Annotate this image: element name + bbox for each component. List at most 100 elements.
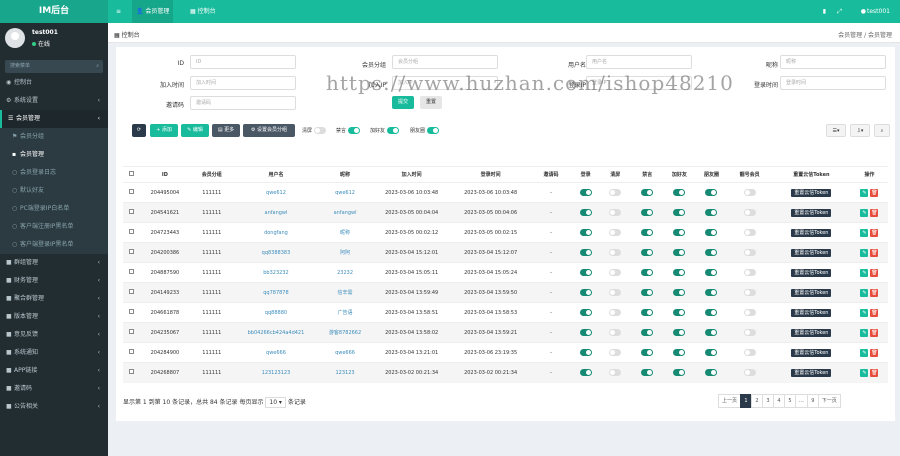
column-header[interactable]: 朋友圈 (695, 166, 728, 183)
column-header[interactable]: 用户名 (234, 166, 318, 183)
status-toggle[interactable] (579, 189, 592, 196)
status-toggle[interactable] (609, 269, 622, 276)
reset-token-button[interactable]: 重置云信Token (791, 288, 832, 297)
filter-input[interactable]: 登录时间 (780, 76, 886, 90)
reset-token-button[interactable]: 重置云信Token (791, 228, 832, 237)
menu-toggle-icon[interactable]: ≡ (112, 0, 125, 23)
filter-input[interactable]: ID (190, 55, 296, 69)
page-button[interactable]: 下一页 (817, 394, 841, 408)
set-group-button[interactable]: ⚙ 设置会员分组 (243, 124, 295, 137)
status-toggle[interactable] (705, 209, 718, 216)
sidebar-item-8[interactable]: ○ 客户端注册IP黑名单 (0, 218, 108, 236)
sidebar-item-16[interactable]: ■ APP链接 ‹ (0, 362, 108, 380)
column-header[interactable]: ID (140, 166, 190, 183)
column-header[interactable]: 邀请码 (530, 166, 573, 183)
cell-user[interactable]: 123123123 (234, 362, 318, 383)
status-toggle[interactable] (743, 189, 756, 196)
cell-nick[interactable]: qwe666 (317, 342, 373, 363)
column-header[interactable]: 登录 (572, 166, 600, 183)
status-toggle[interactable] (673, 269, 686, 276)
status-toggle[interactable] (705, 329, 718, 336)
status-toggle[interactable] (673, 309, 686, 316)
column-header[interactable]: 登录时间 (451, 166, 531, 183)
status-toggle[interactable] (673, 289, 686, 296)
status-toggle[interactable] (609, 369, 622, 377)
delete-icon[interactable]: 🗑 (870, 228, 879, 237)
cell-nick[interactable]: 信辛需 (317, 282, 373, 303)
status-toggle[interactable] (705, 289, 718, 296)
reset-token-button[interactable]: 重置云信Token (791, 308, 832, 317)
cell-nick[interactable]: qwe612 (317, 182, 373, 203)
column-header[interactable]: 清屏 (599, 166, 632, 183)
column-header[interactable]: 加好友 (663, 166, 696, 183)
cell-nick[interactable]: 广告语 (317, 302, 373, 323)
sidebar-item-12[interactable]: ■ 聚合群管理 ‹ (0, 290, 108, 308)
status-toggle[interactable] (641, 329, 654, 336)
fullscreen-icon[interactable]: ⤢ (833, 0, 846, 23)
delete-icon[interactable]: 🗑 (870, 348, 879, 357)
edit-icon[interactable]: ✎ (860, 288, 869, 297)
delete-icon[interactable]: 🗑 (870, 248, 879, 257)
status-toggle[interactable] (743, 229, 756, 236)
cell-user[interactable]: bb323232 (234, 262, 318, 283)
sidebar-item-18[interactable]: ■ 公告相关 ‹ (0, 398, 108, 416)
edit-icon[interactable]: ✎ (860, 348, 869, 357)
status-toggle[interactable] (579, 209, 592, 216)
status-toggle[interactable] (579, 249, 592, 256)
cell-user[interactable]: anfangwl (234, 202, 318, 223)
status-toggle[interactable] (705, 349, 718, 356)
edit-icon[interactable]: ✎ (860, 368, 869, 377)
clear-cache-icon[interactable]: ▮ (819, 0, 830, 23)
addfriend-filter-toggle[interactable] (386, 127, 399, 134)
status-toggle[interactable] (673, 209, 686, 216)
column-header[interactable]: 靓号会员 (727, 166, 772, 183)
column-header[interactable]: 加入时间 (372, 166, 452, 183)
cell-user[interactable]: dongfang (234, 222, 318, 243)
status-toggle[interactable] (705, 369, 718, 377)
status-toggle[interactable] (609, 209, 622, 216)
table-row[interactable]: 204661878 111111 qq88880 广告语 2023-03-04 13:5… (123, 302, 888, 323)
status-toggle[interactable] (641, 189, 654, 196)
reset-token-button[interactable]: 重置云信Token (791, 208, 832, 217)
delete-icon[interactable]: 🗑 (870, 368, 879, 377)
status-toggle[interactable] (609, 329, 622, 336)
cell-nick[interactable]: 123123 (317, 362, 373, 383)
status-toggle[interactable] (743, 309, 756, 316)
status-toggle[interactable] (743, 369, 756, 377)
sidebar-item-7[interactable]: ○ PC端登录IP白名单 (0, 200, 108, 218)
reset-button[interactable]: 重置 (420, 96, 442, 109)
table-row[interactable]: 204284900 111111 qwe666 qwe666 2023-03-04 13… (123, 342, 888, 363)
brand-logo[interactable]: IM后台 (0, 0, 108, 23)
cell-nick[interactable]: 阿阿 (317, 242, 373, 263)
status-toggle[interactable] (641, 289, 654, 296)
status-toggle[interactable] (641, 209, 654, 216)
row-checkbox[interactable] (123, 242, 141, 263)
delete-icon[interactable]: 🗑 (870, 328, 879, 337)
submit-button[interactable]: 提交 (392, 96, 414, 109)
status-toggle[interactable] (579, 289, 592, 296)
status-toggle[interactable] (705, 309, 718, 316)
status-toggle[interactable] (579, 309, 592, 316)
sidebar-search-input[interactable]: 搜索菜单 ⌕ (5, 60, 103, 73)
status-toggle[interactable] (705, 189, 718, 196)
sidebar-item-13[interactable]: ■ 版本管理 ‹ (0, 308, 108, 326)
cell-nick[interactable]: anfangwl (317, 202, 373, 223)
page-button[interactable]: 上一页 (718, 394, 742, 408)
edit-icon[interactable]: ✎ (860, 328, 869, 337)
circle-filter-toggle[interactable] (426, 127, 439, 134)
cell-user[interactable]: qq787878 (234, 282, 318, 303)
table-search-icon[interactable]: ⌕ (874, 124, 890, 137)
sidebar-item-17[interactable]: ■ 邀请码 ‹ (0, 380, 108, 398)
filter-input[interactable]: 邀请码 (190, 96, 296, 110)
status-toggle[interactable] (579, 229, 592, 236)
sidebar-item-10[interactable]: ■ 群组管理 ‹ (0, 254, 108, 272)
status-toggle[interactable] (743, 269, 756, 276)
table-row[interactable]: 204200386 111111 qq8388383 阿阿 2023-03-04 15:… (123, 242, 888, 263)
delete-icon[interactable]: 🗑 (870, 208, 879, 217)
status-toggle[interactable] (673, 369, 686, 377)
status-toggle[interactable] (673, 329, 686, 336)
table-row[interactable]: 204887590 111111 bb323232 23232 2023-03-04 1… (123, 262, 888, 283)
row-checkbox[interactable] (123, 362, 141, 383)
sidebar-item-1[interactable]: ⚙ 系统设置 ‹ (0, 92, 108, 110)
table-row[interactable]: 204235067 111111 bb04266cb424a4d421 游客87826… (123, 322, 888, 343)
